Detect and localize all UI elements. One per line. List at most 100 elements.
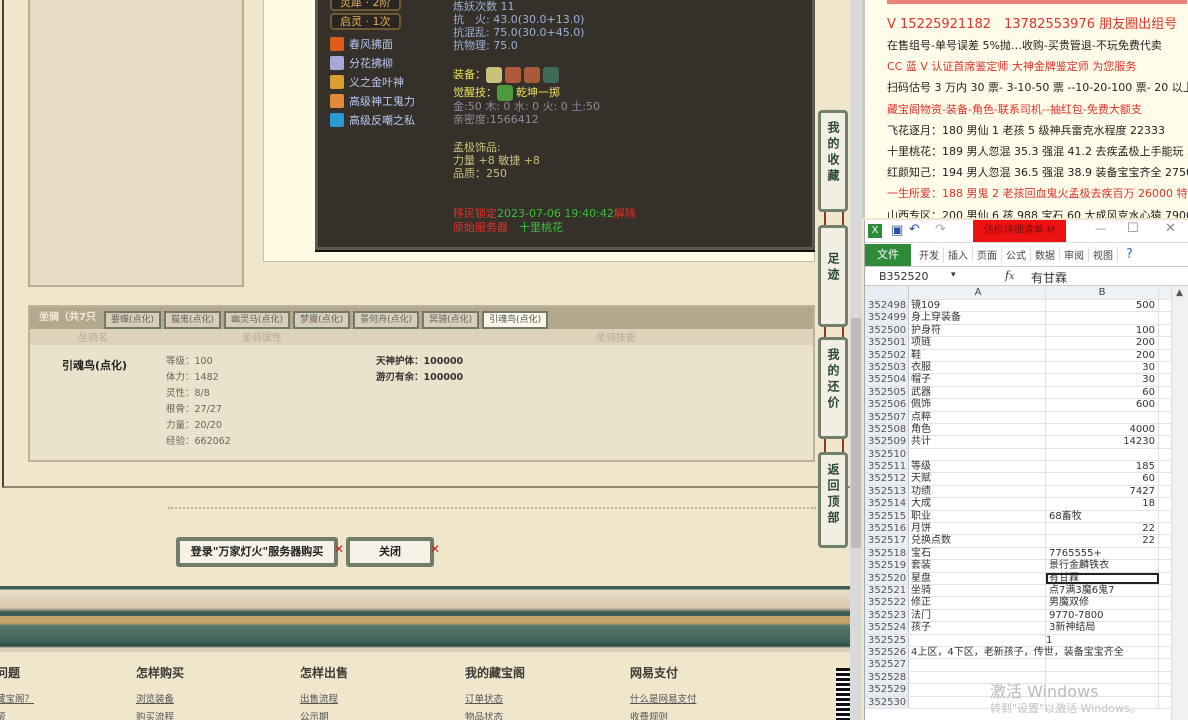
cell-b[interactable]: 600 bbox=[1046, 399, 1159, 410]
cell-b[interactable]: 22 bbox=[1046, 535, 1159, 546]
cell-a[interactable]: 鞋 bbox=[909, 350, 1046, 361]
cell-b[interactable]: 30 bbox=[1046, 374, 1159, 385]
cell-a[interactable]: 衣服 bbox=[909, 362, 1046, 373]
cell-a[interactable]: 4上区，4下区，老新孩子，传世，装备宝宝齐全 bbox=[909, 647, 1046, 658]
cell-a[interactable]: 月饼 bbox=[909, 523, 1046, 534]
footer-link[interactable]: 帮 bbox=[0, 709, 34, 720]
cell-a[interactable]: 修正 bbox=[909, 597, 1046, 608]
cell-b[interactable] bbox=[1046, 647, 1159, 658]
name-box[interactable]: B352520 bbox=[879, 270, 929, 283]
row-number[interactable]: 352512 bbox=[865, 473, 909, 484]
cell-b[interactable]: 3新神结局 bbox=[1046, 622, 1159, 633]
footer-link[interactable]: 什么是网易支付 bbox=[630, 691, 697, 705]
footer-link[interactable]: 藏宝阁？ bbox=[0, 691, 34, 705]
mount-tab[interactable]: 梦魇(点化) bbox=[293, 311, 350, 329]
side-nav-back-to-top[interactable]: 返回顶部 bbox=[818, 452, 848, 548]
row-number[interactable]: 352501 bbox=[865, 337, 909, 348]
row-number[interactable]: 352523 bbox=[865, 610, 909, 621]
maximize-icon[interactable]: ☐ bbox=[1127, 221, 1139, 236]
row-number[interactable]: 352514 bbox=[865, 498, 909, 509]
ribbon-tab[interactable]: 开发 bbox=[915, 247, 944, 262]
pet-skill[interactable]: 春风拂面 bbox=[330, 36, 393, 52]
footer-link[interactable]: 浏览装备 bbox=[136, 691, 184, 705]
row-number[interactable]: 352513 bbox=[865, 486, 909, 497]
mount-tab[interactable]: 引魂鸟(点化) bbox=[482, 311, 548, 329]
cell-a[interactable]: 帽子 bbox=[909, 374, 1046, 385]
cell-a[interactable]: 职业 bbox=[909, 511, 1046, 522]
cell-b[interactable]: 14230 bbox=[1046, 436, 1159, 447]
ribbon-tab[interactable]: 视图 bbox=[1089, 247, 1118, 262]
cell-a[interactable]: 镜109 bbox=[909, 300, 1046, 311]
cell-b[interactable]: 4000 bbox=[1046, 424, 1159, 435]
row-number[interactable]: 352529 bbox=[865, 684, 909, 695]
cell-b[interactable] bbox=[1046, 312, 1159, 323]
cell-a[interactable]: 孩子 bbox=[909, 622, 1046, 633]
footer-link[interactable]: 收费规则 bbox=[630, 709, 697, 720]
ribbon-tab[interactable]: 数据 bbox=[1031, 247, 1060, 262]
side-nav-favorites[interactable]: 我的收藏 bbox=[818, 110, 848, 212]
cell-b[interactable]: 185 bbox=[1046, 461, 1159, 472]
cell-a[interactable] bbox=[909, 449, 1046, 460]
save-icon[interactable]: ▣ bbox=[891, 223, 903, 238]
cell-a[interactable]: 武器 bbox=[909, 387, 1046, 398]
row-number[interactable]: 352508 bbox=[865, 424, 909, 435]
cell-a[interactable]: 共计 bbox=[909, 436, 1046, 447]
cell-a[interactable]: 大成 bbox=[909, 498, 1046, 509]
ribbon-tab[interactable]: 审阅 bbox=[1060, 247, 1089, 262]
formula-input[interactable]: 有甘霖 bbox=[1031, 269, 1067, 286]
undo-icon[interactable]: ↶ bbox=[909, 222, 920, 237]
row-number[interactable]: 352522 bbox=[865, 597, 909, 608]
pet-skill[interactable]: 分花拂柳 bbox=[330, 55, 393, 71]
close-button[interactable]: 关闭 bbox=[346, 537, 434, 567]
cell-b[interactable]: 68畜牧 bbox=[1046, 511, 1159, 522]
help-icon[interactable]: ? bbox=[1126, 247, 1133, 262]
sheet-scrollbar[interactable]: ▲ bbox=[1171, 286, 1188, 720]
row-number[interactable]: 352503 bbox=[865, 362, 909, 373]
page-scrollbar[interactable] bbox=[850, 0, 862, 720]
cell-b[interactable]: 100 bbox=[1046, 325, 1159, 336]
pet-skill[interactable]: 高级神工鬼力 bbox=[330, 93, 415, 109]
row-number[interactable]: 352499 bbox=[865, 312, 909, 323]
cell-a[interactable]: 身上穿装备 bbox=[909, 312, 1046, 323]
cell-b[interactable] bbox=[1046, 449, 1159, 460]
row-number[interactable]: 352507 bbox=[865, 412, 909, 423]
ribbon-tab[interactable]: 页面 bbox=[973, 247, 1002, 262]
row-number[interactable]: 352524 bbox=[865, 622, 909, 633]
equip-icon[interactable] bbox=[543, 67, 559, 83]
cell-a[interactable]: 星盘 bbox=[909, 573, 1046, 584]
cell-b[interactable] bbox=[1046, 412, 1159, 423]
row-number[interactable]: 352505 bbox=[865, 387, 909, 398]
cell-b[interactable]: 22 bbox=[1046, 523, 1159, 534]
mount-tab[interactable]: 要蝶(点化) bbox=[104, 311, 161, 329]
equip-icon[interactable] bbox=[505, 67, 521, 83]
redo-icon[interactable]: ↷ bbox=[935, 222, 946, 237]
cell-b[interactable]: 7427 bbox=[1046, 486, 1159, 497]
row-number[interactable]: 352498 bbox=[865, 300, 909, 311]
cell-b[interactable]: 景行金麟铁衣 bbox=[1046, 560, 1159, 571]
column-header[interactable]: A bbox=[909, 286, 1046, 299]
side-nav-history[interactable]: 足迹 bbox=[818, 225, 848, 327]
row-number[interactable]: 352506 bbox=[865, 399, 909, 410]
cell-a[interactable]: 护身符 bbox=[909, 325, 1046, 336]
row-number[interactable]: 352504 bbox=[865, 374, 909, 385]
cell-a[interactable] bbox=[909, 659, 1046, 670]
equip-icon[interactable] bbox=[524, 67, 540, 83]
cell-b[interactable]: 200 bbox=[1046, 350, 1159, 361]
pet-skill[interactable]: 高级反嘲之私 bbox=[330, 112, 415, 128]
cell-a[interactable]: 角色 bbox=[909, 424, 1046, 435]
cell-b[interactable]: 1 bbox=[1046, 635, 1159, 646]
cell-a[interactable]: 等级 bbox=[909, 461, 1046, 472]
cell-a[interactable]: 宝石 bbox=[909, 548, 1046, 559]
name-box-dropdown-icon[interactable]: ▾ bbox=[951, 270, 956, 280]
row-number[interactable]: 352509 bbox=[865, 436, 909, 447]
cell-a[interactable]: 坐骑 bbox=[909, 585, 1046, 596]
footer-link[interactable]: 物品状态 bbox=[465, 709, 525, 720]
row-number[interactable]: 352527 bbox=[865, 659, 909, 670]
cell-b[interactable]: 9770-7800 bbox=[1046, 610, 1159, 621]
ribbon-tab[interactable]: 插入 bbox=[944, 247, 973, 262]
minimize-icon[interactable]: — bbox=[1095, 222, 1106, 235]
row-number[interactable]: 352526 bbox=[865, 647, 909, 658]
mount-tab[interactable]: 冥骑(点化) bbox=[422, 311, 479, 329]
row-number[interactable]: 352517 bbox=[865, 535, 909, 546]
cell-a[interactable]: 兑换点数 bbox=[909, 535, 1046, 546]
